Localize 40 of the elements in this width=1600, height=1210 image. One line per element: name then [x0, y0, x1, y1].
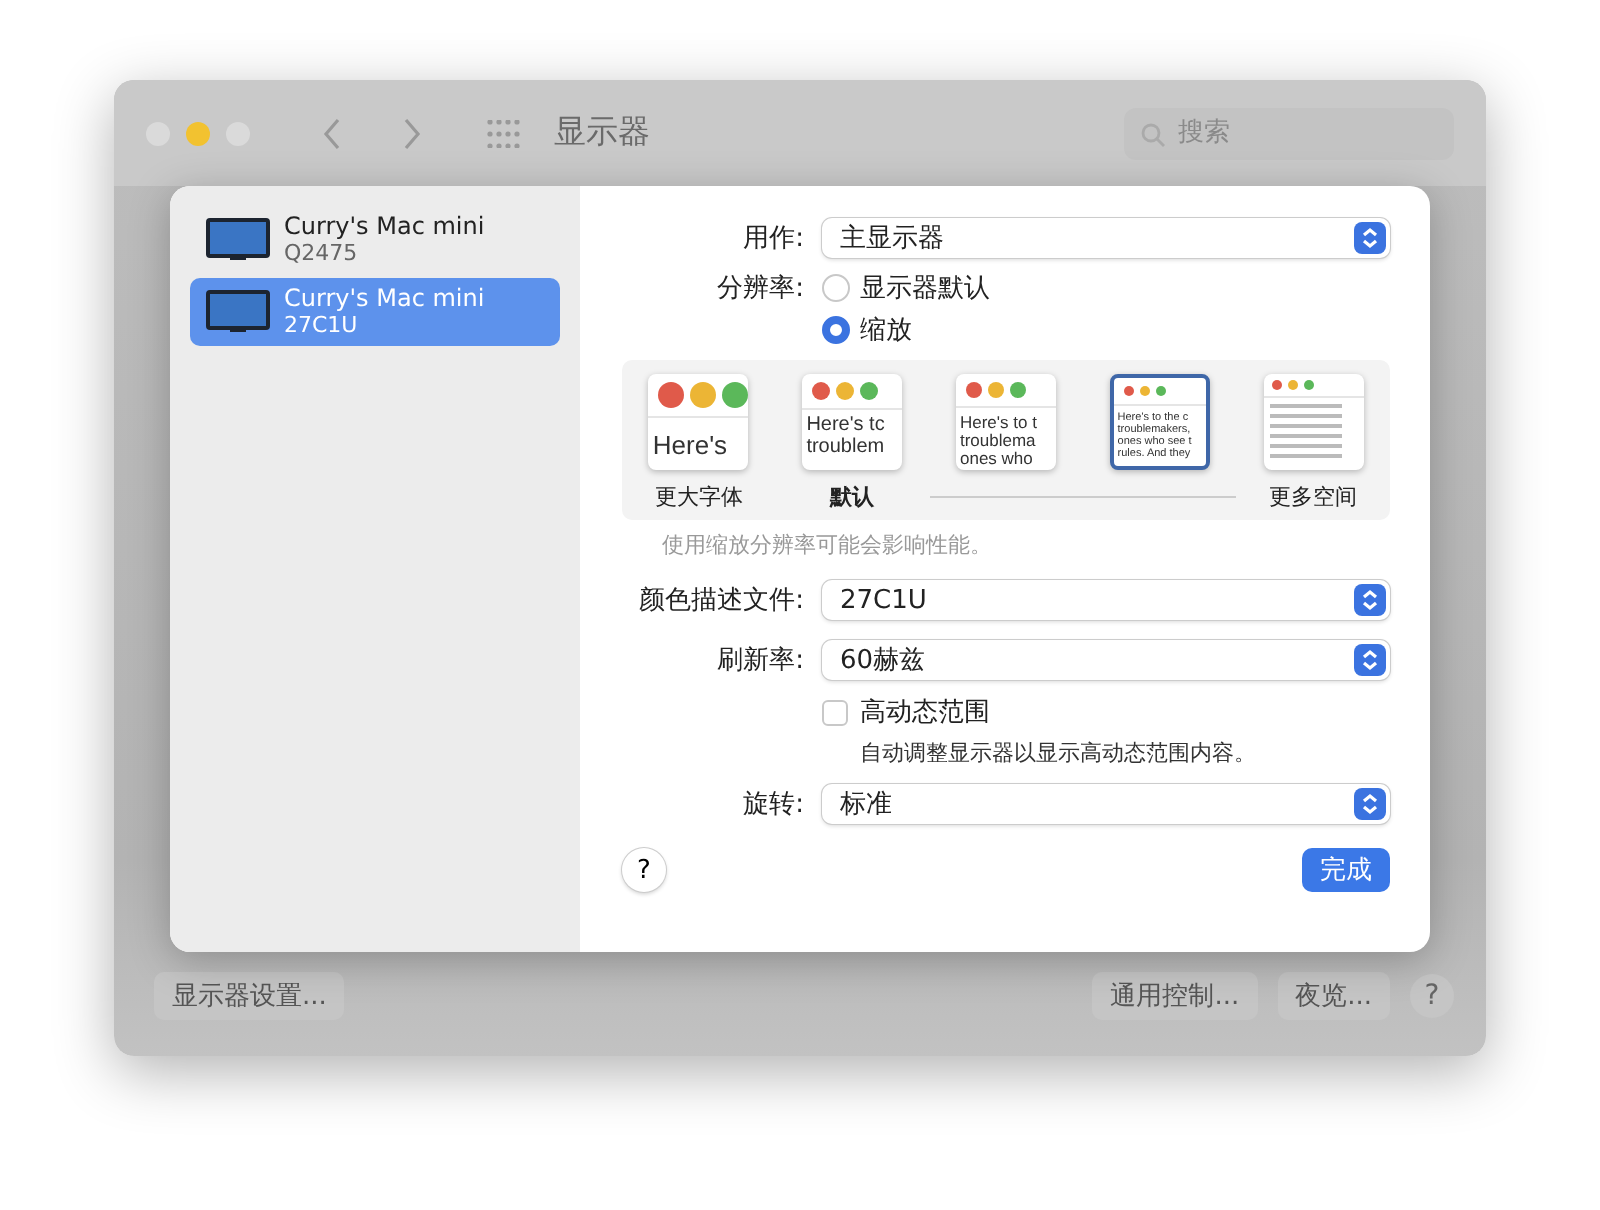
display-settings-button[interactable]: 显示器设置... [154, 972, 345, 1020]
popup-menu[interactable]: 60赫兹 [822, 640, 1390, 680]
scale-thumbnail[interactable]: Here's [648, 374, 749, 470]
popup-menu[interactable]: 主显示器 [822, 218, 1390, 258]
scale-thumbnail[interactable]: Here's tc troublem [802, 374, 903, 470]
radio-option[interactable]: 缩放 [822, 312, 990, 348]
field-label: 旋转: [741, 788, 804, 822]
display-item[interactable]: Curry's Mac mini Q2475 [190, 206, 560, 274]
settings-button[interactable]: 夜览... [1277, 972, 1390, 1020]
scale-note: 使用缩放分辨率可能会影响性能。 [662, 530, 994, 560]
grid-icon[interactable] [486, 119, 522, 147]
stepper-icon [1354, 584, 1386, 616]
stepper-icon [1354, 222, 1386, 254]
scale-thumbnail[interactable] [1263, 374, 1364, 470]
popup-menu[interactable]: 27C1U [822, 580, 1390, 620]
minimize-button[interactable] [186, 121, 210, 145]
settings-button[interactable]: 通用控制... [1092, 972, 1258, 1020]
scale-label: 默认 [830, 482, 875, 512]
window-title: 显示器 [554, 112, 650, 154]
done-button[interactable]: 完成 [1302, 848, 1390, 892]
search-field[interactable]: 搜索 [1124, 107, 1454, 159]
popup-menu[interactable]: 标准 [822, 784, 1390, 824]
scale-label: 更大字体 [654, 482, 743, 512]
field-label: 分辨率: [715, 272, 804, 306]
stepper-icon [1354, 788, 1386, 820]
hdr-description: 自动调整显示器以显示高动态范围内容。 [860, 738, 1258, 768]
scale-label: 更多空间 [1269, 482, 1358, 512]
field-label: 刷新率: [715, 644, 804, 678]
back-icon[interactable] [322, 117, 342, 149]
radio-option[interactable]: 显示器默认 [822, 270, 990, 306]
field-label: 用作: [741, 222, 804, 256]
forward-icon[interactable] [402, 117, 422, 149]
help-button[interactable]: ? [622, 848, 666, 892]
stepper-icon [1354, 644, 1386, 676]
search-icon [1140, 121, 1166, 147]
scale-thumbnail[interactable]: Here's to t troublema ones who [955, 374, 1056, 470]
hdr-checkbox[interactable]: 高动态范围 [822, 694, 1390, 730]
monitor-icon [206, 289, 270, 333]
monitor-icon [206, 217, 270, 261]
field-label: 颜色描述文件: [637, 584, 804, 618]
